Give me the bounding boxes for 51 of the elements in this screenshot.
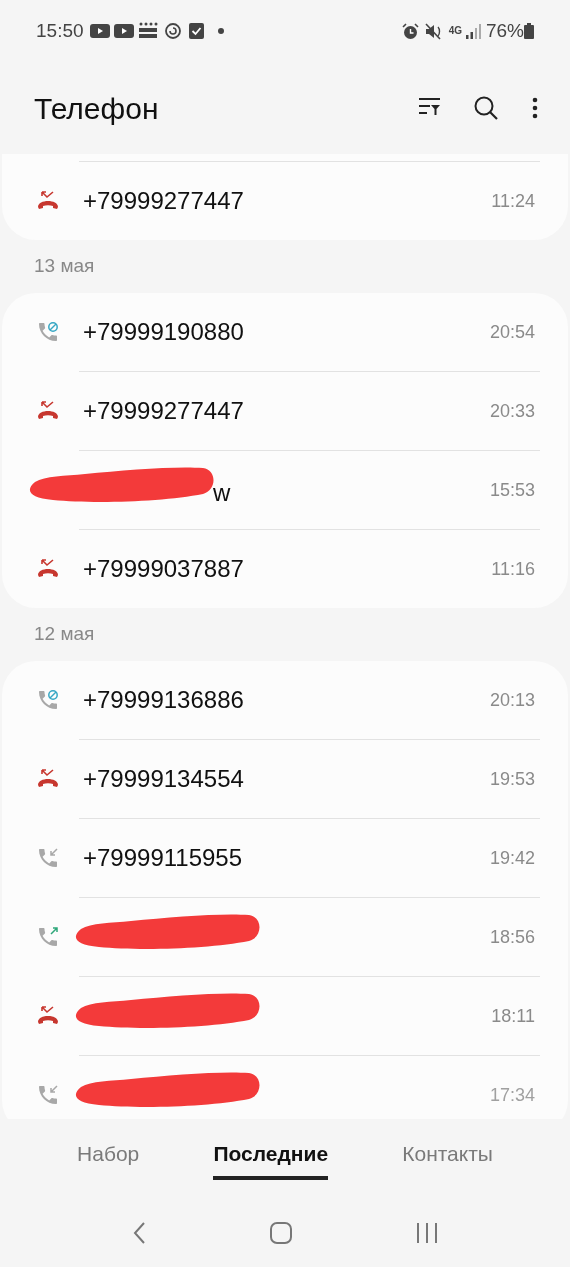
call-log-row[interactable]: +79999277447 11:24: [2, 162, 568, 240]
call-time: 20:13: [489, 688, 535, 712]
more-options-icon[interactable]: [532, 97, 538, 119]
date-header: 12 мая: [34, 622, 95, 647]
dot-icon: [217, 28, 224, 34]
alarm-icon: [401, 22, 419, 40]
tab[interactable]: Набор: [77, 1138, 140, 1180]
phone-number: +79999277447: [83, 186, 244, 216]
phone-number: +79999190880: [83, 317, 244, 347]
back-icon[interactable]: [132, 1221, 146, 1245]
call-time: 11:16: [491, 557, 535, 581]
phone-number: +79999136886: [83, 685, 244, 715]
network-type: 4G: [448, 26, 462, 36]
video-app-icon: [89, 24, 110, 38]
tab[interactable]: Последние: [213, 1138, 329, 1180]
date-header: 13 мая: [34, 254, 95, 279]
phone-number: +79999115955: [83, 843, 243, 873]
sync-icon: [163, 22, 182, 40]
call-time: 19:53: [489, 767, 535, 791]
call-time: 18:11: [491, 1004, 535, 1028]
home-icon[interactable]: [270, 1222, 292, 1244]
mute-icon: [424, 22, 443, 40]
recent-apps-icon[interactable]: [416, 1222, 438, 1244]
call-log-row[interactable]: +79999134554 19:53: [2, 740, 568, 818]
call-log-row[interactable]: +79999037887 11:16: [2, 530, 568, 608]
phone-number: +79999277447: [83, 396, 244, 426]
battery-percent: 76%: [485, 18, 524, 43]
call-time: 20:33: [489, 399, 535, 423]
search-icon[interactable]: [473, 95, 499, 121]
call-time: 17:34: [489, 1083, 535, 1107]
call-time: 18:56: [489, 925, 535, 949]
phone-number: w: [213, 478, 231, 508]
app-title: Телефон: [34, 90, 160, 127]
signal-icon: [465, 23, 482, 39]
call-time: 20:54: [489, 320, 535, 344]
call-log-row[interactable]: +79999136886 20:13: [2, 661, 568, 739]
status-time: 15:50: [36, 18, 84, 43]
phone-number: +79999134554: [83, 764, 244, 794]
call-log-row[interactable]: w 15:53: [2, 451, 568, 529]
checkbox-icon: [188, 23, 204, 39]
call-log-row[interactable]: +79999277447 20:33: [2, 372, 568, 450]
call-log-row[interactable]: +79999115955 19:42: [2, 819, 568, 897]
battery-icon: [524, 23, 534, 39]
call-time: 19:42: [489, 846, 535, 870]
notification-icon: [137, 22, 158, 40]
call-log-row[interactable]: +79999190880 20:54: [2, 293, 568, 371]
phone-number: +79999037887: [83, 554, 244, 584]
call-time: 11:24: [491, 189, 535, 213]
video-app-icon: [113, 24, 134, 38]
call-time: 15:53: [489, 478, 535, 502]
tab[interactable]: Контакты: [402, 1138, 493, 1180]
